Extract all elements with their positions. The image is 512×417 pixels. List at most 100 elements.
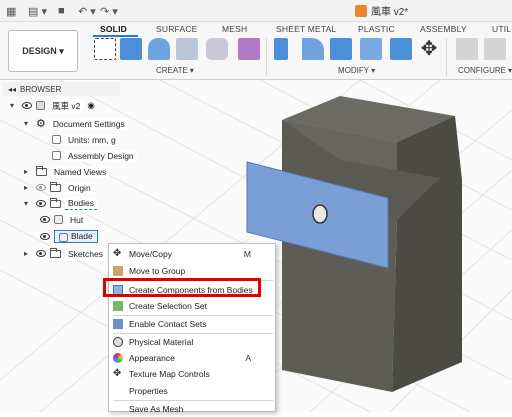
body-icon bbox=[59, 232, 68, 242]
eye-icon[interactable] bbox=[40, 216, 50, 223]
browser-header[interactable]: ◂◂ BROWSER bbox=[2, 82, 120, 96]
tab-plastic[interactable]: PLASTIC bbox=[358, 24, 395, 34]
tab-surface[interactable]: SURFACE bbox=[156, 24, 198, 34]
modify-group-label[interactable]: MODIFY ▾ bbox=[338, 66, 375, 75]
fillet-icon[interactable] bbox=[302, 38, 324, 60]
menu-item-move-to-group[interactable]: Move to Group bbox=[109, 263, 275, 279]
tab-solid[interactable]: SOLID bbox=[100, 24, 127, 34]
move-icon: ✥ bbox=[113, 248, 122, 259]
eye-icon[interactable] bbox=[36, 200, 46, 207]
gear-icon: ⚙ bbox=[36, 118, 46, 130]
press-pull-icon[interactable] bbox=[274, 38, 288, 60]
document-title: 風車 v2* bbox=[371, 7, 409, 18]
tab-sheet-metal[interactable]: SHEET METAL bbox=[276, 24, 336, 34]
root-label: 風車 v2 bbox=[49, 98, 84, 113]
document-icon bbox=[355, 4, 367, 17]
undo-icon[interactable]: ↶ ▾ bbox=[78, 3, 96, 19]
document-icon bbox=[52, 151, 61, 160]
shell-icon[interactable] bbox=[360, 38, 382, 60]
menu-item-enable-contact-sets[interactable]: Enable Contact Sets bbox=[109, 316, 275, 332]
save-icon[interactable]: ■ bbox=[58, 3, 65, 19]
eye-icon[interactable] bbox=[22, 102, 32, 109]
radio-icon[interactable]: ◉ bbox=[87, 100, 94, 111]
ribbon-divider bbox=[266, 38, 267, 76]
workspace-switcher[interactable]: DESIGN ▾ bbox=[8, 30, 78, 72]
menu-item-properties[interactable]: Properties bbox=[109, 383, 275, 399]
group-icon bbox=[113, 266, 123, 276]
folder-icon bbox=[50, 247, 61, 258]
tab-mesh[interactable]: MESH bbox=[222, 24, 247, 34]
browser-title: BROWSER bbox=[20, 84, 62, 94]
body-icon bbox=[54, 215, 63, 224]
ribbon-divider bbox=[446, 38, 447, 76]
grid-menu-icon[interactable]: ▦ bbox=[6, 3, 16, 19]
hut-side-face bbox=[392, 116, 462, 392]
chamfer-icon[interactable] bbox=[330, 38, 352, 60]
chevron-right-icon[interactable]: ▸ bbox=[24, 183, 32, 192]
active-tab-indicator bbox=[93, 35, 138, 37]
browser-item-sketches[interactable]: ▸ Sketches bbox=[24, 246, 106, 261]
folder-icon bbox=[50, 197, 61, 208]
browser-root[interactable]: ▾ 風車 v2 ◉ bbox=[10, 98, 95, 113]
browser-item-units[interactable]: Units: mm, g bbox=[52, 132, 119, 147]
chevron-right-icon[interactable]: ▸ bbox=[24, 249, 32, 258]
folder-icon bbox=[50, 181, 61, 192]
redo-icon[interactable]: ↷ ▾ bbox=[100, 3, 118, 19]
move-icon[interactable]: ✥ bbox=[418, 38, 440, 60]
configure-icon[interactable] bbox=[456, 38, 478, 60]
app-bar: ▦ ▤ ▾ ■ ↶ ▾ ↷ ▾ 風車 v2* bbox=[0, 0, 512, 22]
eye-icon[interactable] bbox=[36, 250, 46, 257]
menu-item-save-as-mesh[interactable]: Save As Mesh bbox=[109, 401, 275, 417]
browser-item-origin[interactable]: ▸ Origin bbox=[24, 180, 94, 195]
mesh-icon[interactable] bbox=[206, 38, 228, 60]
browser-item-assembly-design[interactable]: Assembly Design bbox=[52, 148, 137, 163]
create-group-label[interactable]: CREATE ▾ bbox=[156, 66, 194, 75]
browser-panel: ◂◂ BROWSER ▾ 風車 v2 ◉ ▾ ⚙ Document Settin… bbox=[2, 82, 137, 268]
texture-map-icon: ✥ bbox=[113, 368, 122, 379]
collapse-icon[interactable]: ◂◂ bbox=[8, 85, 16, 94]
form-icon[interactable] bbox=[238, 38, 260, 60]
highlight-box bbox=[103, 278, 261, 297]
folder-icon bbox=[36, 165, 47, 176]
toolbar-ribbon: DESIGN ▾ SOLID SURFACE MESH SHEET METAL … bbox=[0, 22, 512, 80]
component-icon bbox=[36, 101, 45, 110]
browser-item-blade[interactable]: Blade bbox=[40, 229, 98, 244]
appearance-icon bbox=[113, 353, 123, 363]
properties-icon bbox=[113, 386, 123, 396]
browser-item-hut[interactable]: Hut bbox=[40, 212, 87, 227]
browser-item-document-settings[interactable]: ▾ ⚙ Document Settings bbox=[24, 116, 128, 131]
file-icon[interactable]: ▤ ▾ bbox=[28, 3, 47, 19]
menu-item-create-selection-set[interactable]: Create Selection Set bbox=[109, 298, 275, 314]
menu-item-move-copy[interactable]: ✥ Move/Copy M bbox=[109, 246, 275, 262]
blade-label: Blade bbox=[54, 230, 98, 243]
create-sketch-icon[interactable] bbox=[94, 38, 116, 60]
tab-utilities[interactable]: UTIL bbox=[492, 24, 511, 34]
browser-item-bodies[interactable]: ▾ Bodies bbox=[24, 196, 97, 211]
combine-icon[interactable] bbox=[390, 38, 412, 60]
workspace-label: DESIGN bbox=[22, 46, 57, 56]
extrude-icon[interactable] bbox=[120, 38, 142, 60]
contact-sets-icon bbox=[113, 319, 123, 329]
menu-item-appearance[interactable]: Appearance A bbox=[109, 350, 275, 366]
browser-item-named-views[interactable]: ▸ Named Views bbox=[24, 164, 110, 179]
eye-icon[interactable] bbox=[40, 233, 50, 240]
configure-group-label[interactable]: CONFIGURE ▾ bbox=[458, 66, 512, 75]
mesh-icon bbox=[113, 404, 123, 414]
chevron-right-icon[interactable]: ▸ bbox=[24, 167, 32, 176]
chevron-down-icon[interactable]: ▾ bbox=[10, 101, 18, 110]
selection-set-icon bbox=[113, 301, 123, 311]
chevron-down-icon[interactable]: ▾ bbox=[24, 119, 32, 128]
eye-hidden-icon[interactable] bbox=[36, 184, 46, 191]
context-menu: ✥ Move/Copy M Move to Group Create Compo… bbox=[108, 243, 276, 414]
box-icon[interactable] bbox=[176, 38, 198, 60]
revolve-icon[interactable] bbox=[148, 38, 170, 60]
chevron-down-icon[interactable]: ▾ bbox=[24, 199, 32, 208]
configure-table-icon[interactable] bbox=[484, 38, 506, 60]
menu-item-physical-material[interactable]: Physical Material bbox=[109, 334, 275, 350]
menu-item-texture-map-controls[interactable]: ✥ Texture Map Controls bbox=[109, 366, 275, 382]
document-tab[interactable]: 風車 v2* bbox=[355, 3, 408, 18]
material-icon bbox=[113, 337, 123, 347]
tab-assembly[interactable]: ASSEMBLY bbox=[420, 24, 467, 34]
document-icon bbox=[52, 135, 61, 144]
hub-hole bbox=[312, 204, 328, 224]
